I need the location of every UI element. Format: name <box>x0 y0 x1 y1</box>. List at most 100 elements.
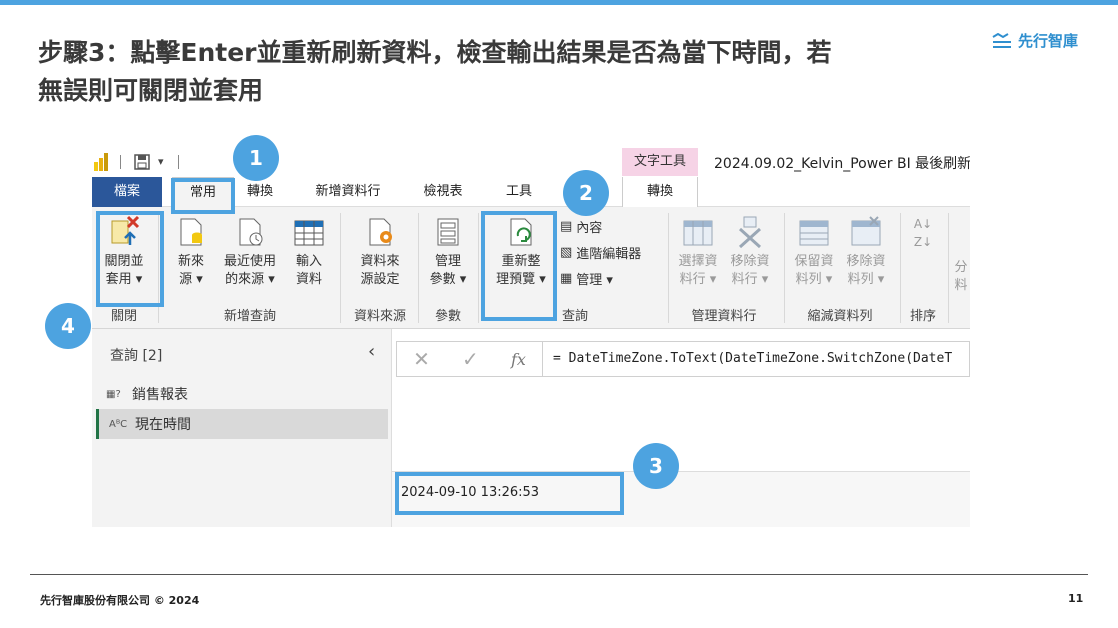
remove-columns-icon <box>738 216 762 249</box>
properties-button[interactable]: ▤ 內容 <box>560 217 602 236</box>
step-badge-2: 2 <box>563 170 609 216</box>
queries-pane: 查詢 [2] ‹ ▦? 銷售報表 AᴮC 現在時間 <box>92 329 392 527</box>
group-label-parameters: 參數 <box>434 309 461 324</box>
abc-icon: AᴮC <box>109 418 128 430</box>
choose-columns-button[interactable]: 選擇資 料行 ▾ <box>672 215 724 289</box>
enter-data-button[interactable]: 輸入 資料 <box>286 215 332 289</box>
recent-sources-label-1: 最近使用 <box>223 254 276 269</box>
toolbar-separator <box>120 155 121 169</box>
group-separator <box>340 213 341 323</box>
keep-rows-label-2: 料列 ▾ <box>795 272 833 287</box>
manage-label: 管理 ▾ <box>576 273 613 288</box>
tab-transform[interactable]: 轉換 <box>242 177 278 207</box>
step-badge-1: 1 <box>233 135 279 181</box>
advanced-editor-label: 進階編輯器 <box>576 247 642 262</box>
manage-parameters-button[interactable]: 管理 參數 ▾ <box>424 215 472 289</box>
remove-columns-label-1: 移除資 <box>730 254 770 269</box>
enter-data-label-1: 輸入 <box>295 254 322 269</box>
queries-pane-title: 查詢 [2] <box>110 348 163 364</box>
highlight-home-tab <box>171 178 235 214</box>
highlight-close-apply <box>96 211 164 307</box>
group-label-data-sources: 資料來源 <box>353 309 406 324</box>
properties-label: 內容 <box>576 221 603 236</box>
data-source-settings-label-2: 源設定 <box>360 272 400 287</box>
top-accent-bar <box>0 0 1118 5</box>
keep-rows-label-1: 保留資 <box>794 254 834 269</box>
title-line-2: 無誤則可關閉並套用 <box>38 76 264 105</box>
formula-input[interactable]: = DateTimeZone.ToText(DateTimeZone.Switc… <box>553 351 952 366</box>
power-bi-logo-icon <box>94 153 108 171</box>
context-tab-group-text-tools: 文字工具 <box>622 148 698 176</box>
advanced-editor-button[interactable]: ▧ 進階編輯器 <box>560 243 641 262</box>
remove-columns-button[interactable]: 移除資 料行 ▾ <box>724 215 776 289</box>
title-line-1: 步驟3：點擊Enter並重新刷新資料，檢查輸出結果是否為當下時間，若 <box>38 38 832 67</box>
tab-tools[interactable]: 工具 <box>502 177 536 207</box>
remove-rows-icon <box>851 216 881 246</box>
quick-access-toolbar: ▾ 文字工具 2024.09.02_Kelvin_Power BI 最後刷新 <box>92 145 970 177</box>
tab-add-column[interactable]: 新增資料行 <box>310 177 386 207</box>
choose-columns-label-2: 料行 ▾ <box>679 272 717 287</box>
query-item-current-time[interactable]: AᴮC 現在時間 <box>96 409 388 439</box>
group-label-query: 查詢 <box>561 309 588 324</box>
save-icon[interactable] <box>134 154 150 170</box>
group-separator <box>900 213 901 323</box>
footer-divider <box>30 574 1088 575</box>
group-label-close: 關閉 <box>110 309 137 324</box>
fx-icon[interactable]: fx <box>511 350 526 369</box>
tab-view[interactable]: 檢視表 <box>420 177 466 207</box>
table-grid-icon <box>294 220 324 246</box>
split-column-button[interactable]: 分 料 <box>952 259 970 295</box>
keep-rows-icon <box>799 220 829 246</box>
customize-toolbar-icon[interactable]: ▾ <box>158 155 164 168</box>
recent-sources-label-2: 的來源 ▾ <box>225 272 275 287</box>
parameters-icon <box>437 218 459 246</box>
keep-rows-button[interactable]: 保留資 料列 ▾ <box>788 215 840 289</box>
sort-ascending-icon[interactable]: A↓ <box>906 215 940 233</box>
remove-rows-button[interactable]: 移除資 料列 ▾ <box>840 215 892 289</box>
group-label-manage-columns: 管理資料行 <box>691 309 757 324</box>
toolbar-separator <box>178 155 179 169</box>
tab-text-transform[interactable]: 轉換 <box>622 177 698 207</box>
group-separator <box>784 213 785 323</box>
highlight-refresh-preview <box>481 211 557 321</box>
step-badge-3: 3 <box>633 443 679 489</box>
logo-text: 先行智庫 <box>1018 32 1079 50</box>
group-label-reduce-rows: 縮減資料列 <box>807 309 873 324</box>
choose-columns-label-1: 選擇資 <box>678 254 718 269</box>
group-label-sort: 排序 <box>909 309 936 324</box>
page-number: 11 <box>1068 592 1084 605</box>
sort-buttons[interactable]: A↓ Z↓ <box>906 215 940 251</box>
query-item-sales-report[interactable]: ▦? 銷售報表 <box>96 379 388 409</box>
manage-parameters-label-2: 參數 ▾ <box>429 272 467 287</box>
step-badge-4: 4 <box>45 303 91 349</box>
group-separator <box>418 213 419 323</box>
manage-parameters-label-1: 管理 <box>434 254 461 269</box>
sort-descending-icon[interactable]: Z↓ <box>906 233 940 251</box>
window-title: 2024.09.02_Kelvin_Power BI 最後刷新 <box>714 156 970 172</box>
split-label-1: 分 <box>954 260 968 275</box>
remove-columns-label-2: 料行 ▾ <box>731 272 769 287</box>
company-logo: 先行智庫 <box>992 30 1078 51</box>
power-query-screenshot: ▾ 文字工具 2024.09.02_Kelvin_Power BI 最後刷新 檔… <box>92 145 970 527</box>
logo-waves-icon <box>992 32 1011 48</box>
tab-file[interactable]: 檔案 <box>92 177 162 207</box>
data-source-settings-label-1: 資料來 <box>360 254 400 269</box>
data-source-settings-button[interactable]: 資料來 源設定 <box>348 215 412 289</box>
table-icon: ▦? <box>106 388 121 400</box>
new-source-label-1: 新來 <box>177 254 204 269</box>
enter-data-label-2: 資料 <box>295 272 322 287</box>
manage-button[interactable]: ▦ 管理 ▾ <box>560 269 613 288</box>
highlight-result-value <box>395 472 624 515</box>
manage-icon: ▦ <box>560 271 573 286</box>
new-source-button[interactable]: 新來 源 ▾ <box>168 215 214 289</box>
remove-rows-label-1: 移除資 <box>846 254 886 269</box>
cancel-formula-icon[interactable]: ✕ <box>413 347 430 371</box>
footer-copyright: 先行智庫股份有限公司 © 2024 <box>40 594 200 607</box>
query-item-label: 現在時間 <box>135 417 191 433</box>
choose-columns-icon <box>683 220 713 246</box>
confirm-formula-icon[interactable]: ✓ <box>462 347 479 371</box>
collapse-pane-icon[interactable]: ‹ <box>368 341 375 362</box>
recent-sources-button[interactable]: 最近使用 的來源 ▾ <box>218 215 282 289</box>
formula-buttons: ✕ ✓ fx <box>397 342 543 376</box>
query-item-label: 銷售報表 <box>132 387 188 403</box>
